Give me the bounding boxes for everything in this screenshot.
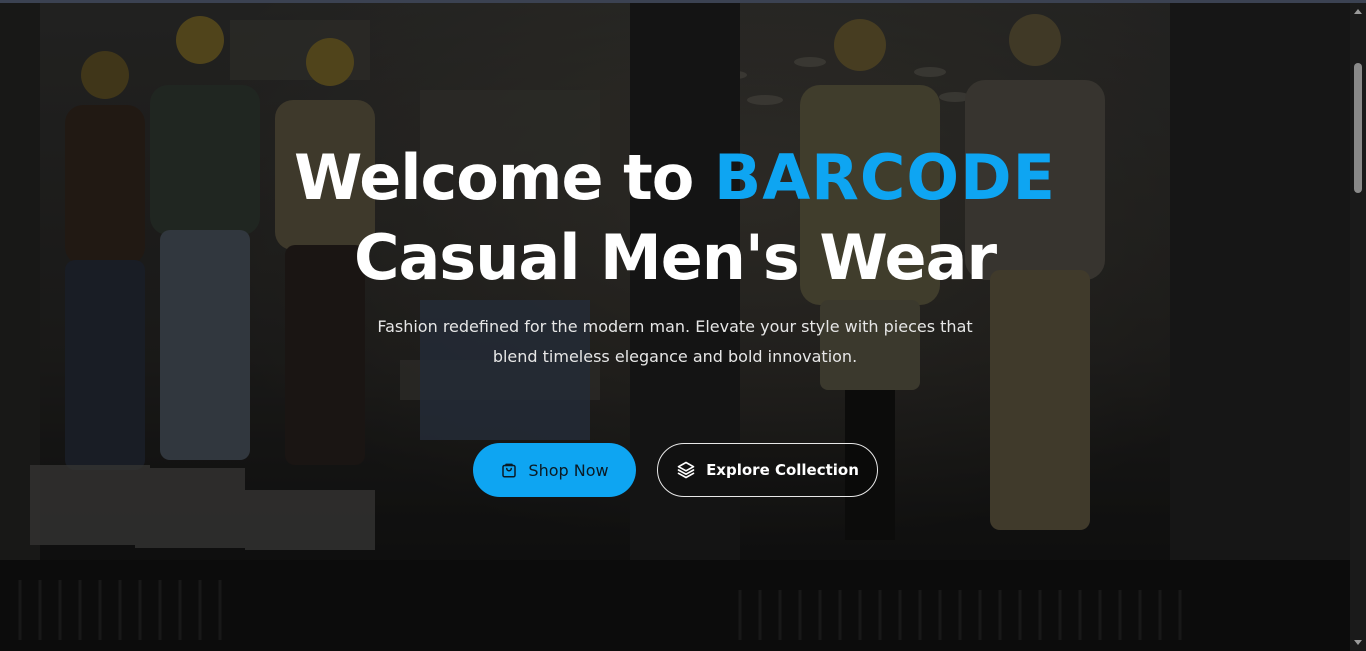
scroll-up-arrow-icon[interactable] [1354,9,1362,14]
headline-line2: Casual Men's Wear [353,221,997,294]
hero-headline: Welcome to BARCODE Casual Men's Wear [0,138,1350,298]
hero-section: Welcome to BARCODE Casual Men's Wear Fas… [0,0,1366,651]
explore-collection-label: Explore Collection [706,461,859,479]
hero-subtitle: Fashion redefined for the modern man. El… [377,317,973,366]
brand-name: BARCODE [713,141,1056,214]
explore-collection-button[interactable]: Explore Collection [657,443,878,497]
layers-icon [676,460,696,480]
shop-now-button[interactable]: Shop Now [473,443,636,497]
scrollbar-thumb[interactable] [1354,63,1362,193]
scroll-down-arrow-icon[interactable] [1354,640,1362,645]
headline-prefix: Welcome to [294,141,714,214]
window-top-edge [0,0,1366,3]
shopping-bag-icon [500,461,518,479]
page-scrollbar[interactable] [1350,3,1366,651]
shop-now-label: Shop Now [528,460,609,480]
